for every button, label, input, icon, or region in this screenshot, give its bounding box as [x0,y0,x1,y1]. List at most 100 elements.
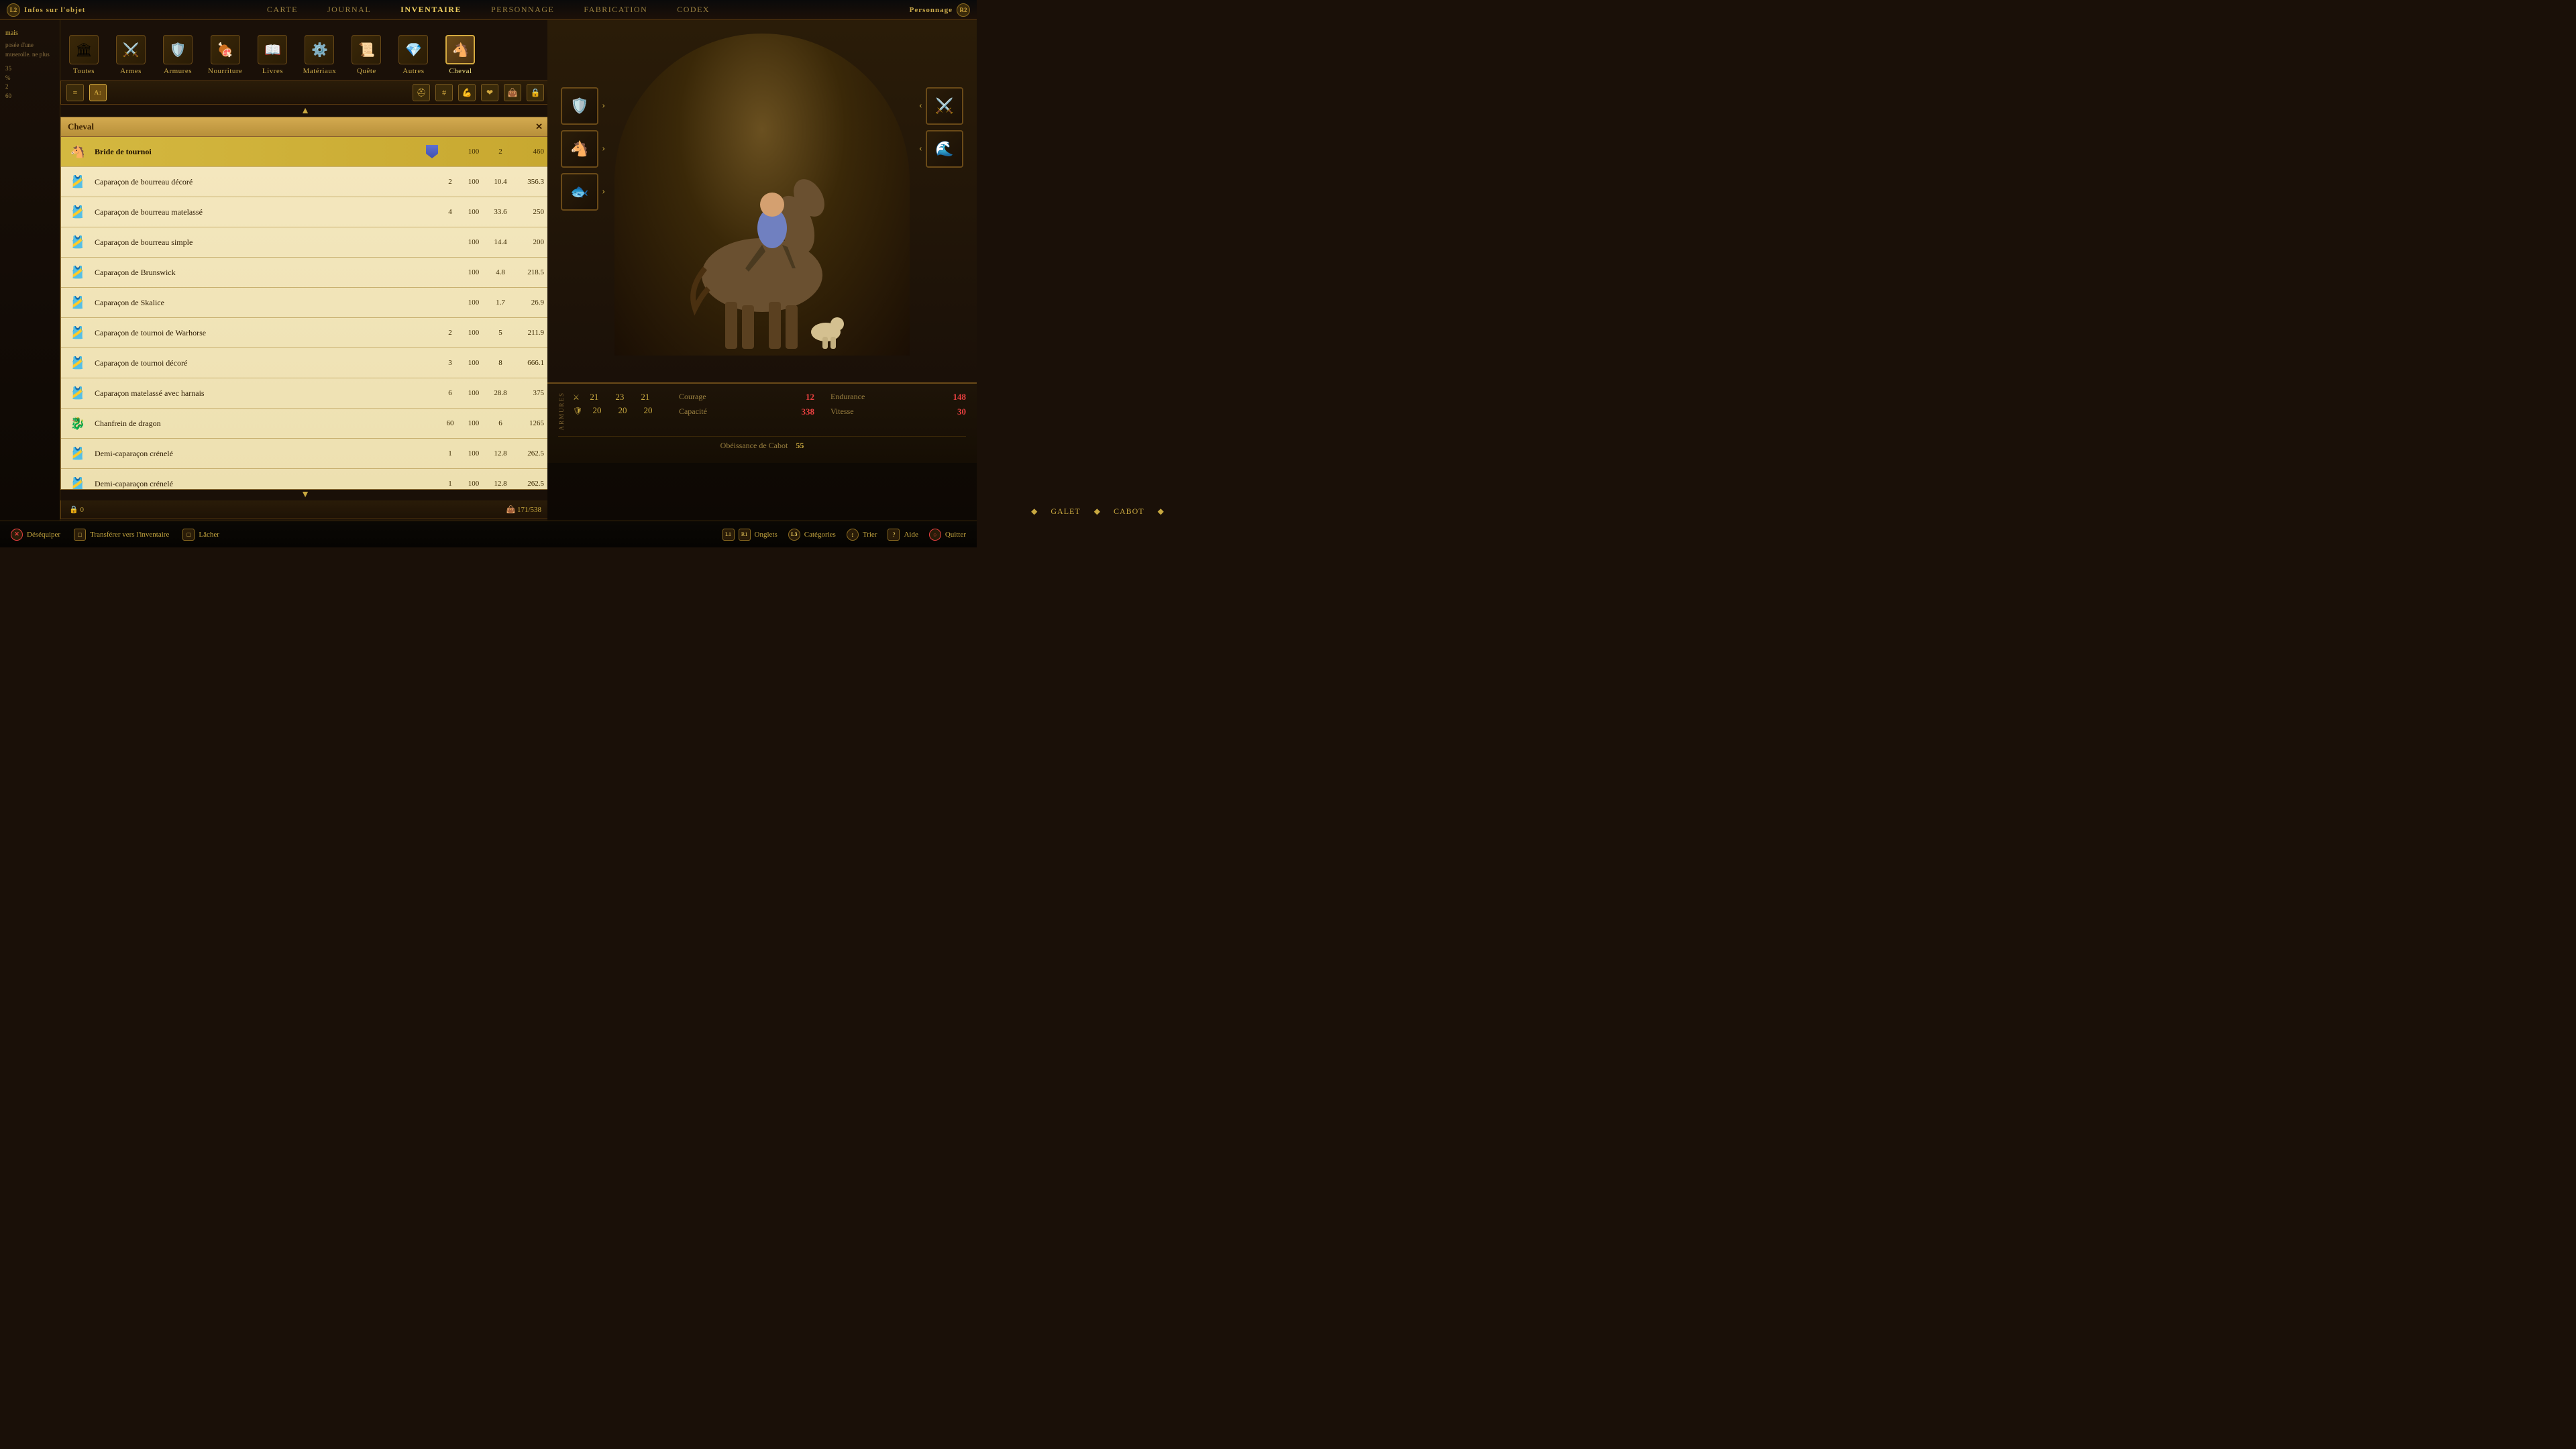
tab-cheval[interactable]: 🐴 Cheval [437,32,484,78]
item-dur-4: 100 [460,268,487,276]
filter-strength[interactable]: 💪 [458,84,476,101]
tab-cabot[interactable]: CABOT [1114,506,1144,517]
trier-button[interactable]: ↕ Trier [847,529,877,541]
tab-armes[interactable]: ⚔️ Armes [107,32,154,78]
item-value-0: 460 [514,148,544,156]
equip-slot-sword[interactable]: ⚔️ [926,87,963,125]
l3-button-icon: L3 [788,529,800,541]
item-row[interactable]: 🎽 Caparaçon de Skalice 100 1.7 26.9 [61,288,549,318]
item-qty-2: 4 [440,208,460,216]
main-nav-items: CARTE JOURNAL INVENTAIRE PERSONNAGE FABR… [262,2,715,17]
nav-personnage[interactable]: PERSONNAGE [486,2,559,17]
nav-inventaire[interactable]: INVENTAIRE [395,2,467,17]
item-value-9: 1265 [514,419,544,427]
inventory-main-area: ≡ A↕ ⛑ # 💪 ❤ 👜 🔒 ▲ Cheval ✕ 🐴 Bride de t… [60,80,550,521]
item-row[interactable]: 🎽 Caparaçon de bourreau matelassé 4 100 … [61,197,549,227]
armor-icon: ⚔ [573,393,580,402]
materiaux-icon: ⚙️ [305,35,334,64]
equip-slot-head[interactable]: 🛡️ [561,87,598,125]
filter-heart[interactable]: ❤ [481,84,498,101]
tab-galet[interactable]: GALET [1051,506,1080,517]
equip-slot-body[interactable]: 🐟 [561,173,598,211]
scroll-up-button[interactable]: ▲ [60,106,550,117]
item-weight-7: 8 [487,359,514,367]
item-row[interactable]: 🐉 Chanfrein de dragon 60 100 6 1265 [61,409,549,439]
stat-endurance: Endurance 148 [830,392,966,402]
item-row[interactable]: 🎽 Caparaçon de tournoi décoré 3 100 8 66… [61,348,549,378]
tab-livres[interactable]: 📖 Livres [249,32,296,78]
item-dur-11: 100 [460,480,487,488]
nav-fabrication[interactable]: FABRICATION [578,2,653,17]
l2-button[interactable]: L2 [7,3,20,17]
item-row[interactable]: 🎽 Demi-caparaçon crénelé 1 100 12.8 262.… [61,439,549,469]
armor-val-5: 20 [636,405,660,416]
equip-slot-ring[interactable]: 🌊 [926,130,963,168]
aide-button[interactable]: ? Aide [888,529,918,541]
tab-armures-label: Armures [164,67,192,75]
armures-icon: 🛡️ [163,35,193,64]
item-value-11: 262.5 [514,480,544,488]
nourriture-icon: 🍖 [211,35,240,64]
item-icon-6: 🎽 [66,321,89,344]
armor-section: ARMURES [558,392,565,431]
tab-toutes-label: Toutes [73,67,95,75]
item-value-8: 375 [514,389,544,397]
item-dur-3: 100 [460,238,487,246]
categories-button[interactable]: L3 Catégories [788,529,836,541]
filter-button[interactable]: ≡ [66,84,84,101]
livres-icon: 📖 [258,35,287,64]
item-row[interactable]: 🎽 Caparaçon de tournoi de Warhorse 2 100… [61,318,549,348]
tab-armures[interactable]: 🛡️ Armures [154,32,201,78]
item-name-11: Demi-caparaçon crénelé [95,479,424,489]
toutes-icon: 🏛 [69,35,99,64]
filter-lock[interactable]: 🔒 [527,84,544,101]
item-dur-8: 100 [460,389,487,397]
equip-slot-horse[interactable]: 🐴 [561,130,598,168]
quitter-label: Quitter [945,531,966,539]
lacher-button[interactable]: □ Lâcher [182,529,219,541]
item-qty-8: 6 [440,389,460,397]
item-row[interactable]: 🎽 Caparaçon de Brunswick 100 4.8 218.5 [61,258,549,288]
scroll-down-button[interactable]: ▼ [60,490,550,500]
item-row[interactable]: 🎽 Caparaçon matelassé avec harnais 6 100… [61,378,549,409]
filter-hash[interactable]: # [435,84,453,101]
sort-az-button[interactable]: A↕ [89,84,107,101]
nav-codex[interactable]: CODEX [672,2,715,17]
armor-val-4: 20 [610,405,635,416]
tab-autres[interactable]: 💎 Autres [390,32,437,78]
list-header-title: Cheval [68,121,94,132]
list-status-bar: 🔒 0 👜 171/538 [60,500,550,519]
character-horse-display [641,47,883,356]
item-row[interactable]: 🎽 Caparaçon de bourreau décoré 2 100 10.… [61,167,549,197]
onglets-button[interactable]: L1 R1 Onglets [722,529,777,541]
courage-label: Courage [679,392,706,402]
item-name-3: Caparaçon de bourreau simple [95,237,424,248]
onglets-label: Onglets [755,531,777,539]
nav-journal[interactable]: JOURNAL [322,2,376,17]
item-value-1: 356.3 [514,178,544,186]
capacite-value: 338 [801,407,814,417]
tab-toutes[interactable]: 🏛 Toutes [60,32,107,78]
filter-bag[interactable]: 👜 [504,84,521,101]
nav-carte[interactable]: CARTE [262,2,303,17]
stats-panel: ARMURES ⚔ 21 23 21 🛡 20 20 [547,382,977,463]
item-weight-9: 6 [487,419,514,427]
item-weight-1: 10.4 [487,178,514,186]
tab-nourriture[interactable]: 🍖 Nourriture [201,32,249,78]
tab-quete[interactable]: 📜 Quête [343,32,390,78]
dot-left: ◆ [1031,506,1037,517]
desequiper-button[interactable]: ✕ Déséquiper [11,529,60,541]
filter-helmet[interactable]: ⛑ [413,84,430,101]
item-icon-11: 🎽 [66,472,89,490]
tab-materiaux[interactable]: ⚙️ Matériaux [296,32,343,78]
transferer-button[interactable]: □ Transférer vers l'inventaire [74,529,169,541]
quitter-button[interactable]: ○ Quitter [929,529,966,541]
list-close-button[interactable]: ✕ [535,121,543,132]
square-button-icon: □ [74,529,86,541]
item-row[interactable]: 🐴 Bride de tournoi 100 2 460 [61,137,549,167]
item-qty-9: 60 [440,419,460,427]
r2-button[interactable]: R2 [957,3,970,17]
item-row[interactable]: 🎽 Demi-caparaçon crénelé 1 100 12.8 262.… [61,469,549,490]
item-row[interactable]: 🎽 Caparaçon de bourreau simple 100 14.4 … [61,227,549,258]
item-icon-7: 🎽 [66,352,89,374]
